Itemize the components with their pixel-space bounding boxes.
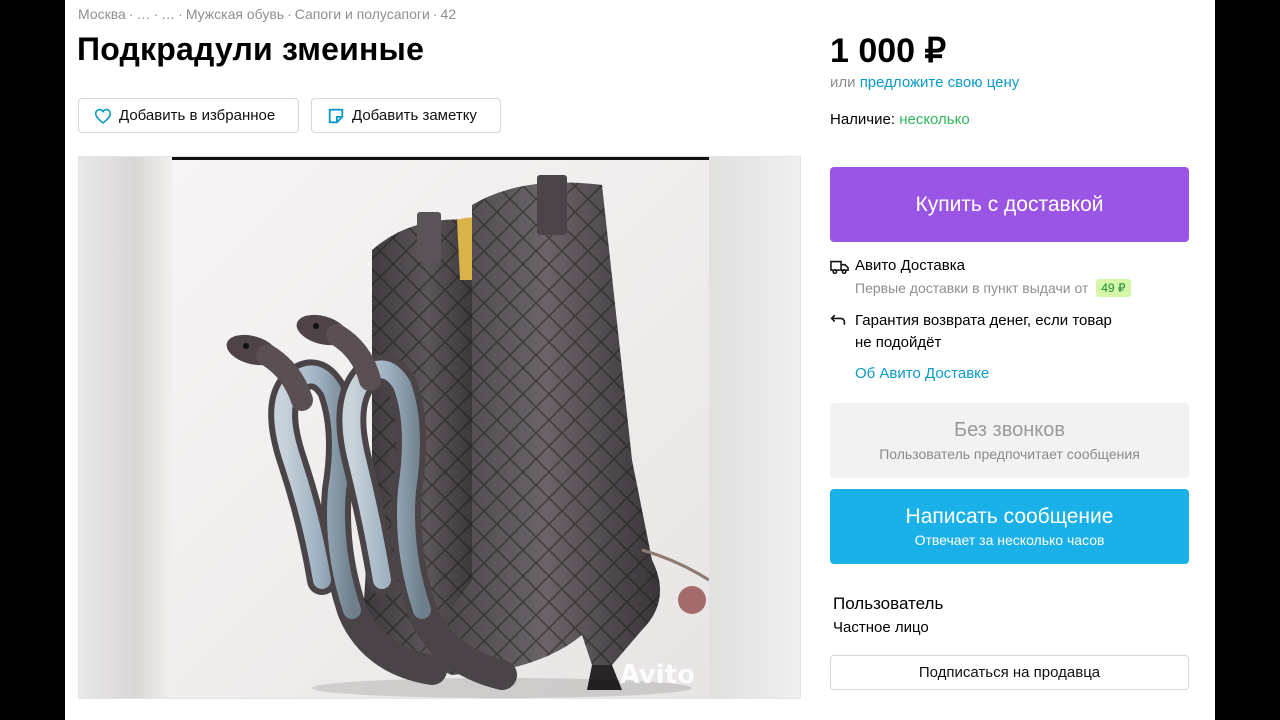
breadcrumb-item-mens-shoes[interactable]: Мужская обувь [186, 6, 284, 22]
breadcrumb-item-boots[interactable]: Сапоги и полусапоги [295, 6, 430, 22]
note-icon [326, 106, 346, 126]
seller-name[interactable]: Пользователь [833, 594, 943, 614]
return-arrow-icon [830, 311, 852, 329]
breadcrumb-separator: · [178, 6, 183, 22]
guarantee-line-1: Гарантия возврата денег, если товар [855, 312, 1112, 329]
snake-boots-illustration [172, 160, 709, 698]
delivery-subtitle-text: Первые доставки в пункт выдачи от [855, 280, 1089, 296]
response-time: Отвечает за несколько часов [914, 532, 1105, 548]
photo-gallery[interactable]: Avito [78, 156, 801, 699]
breadcrumb-item-city[interactable]: Москва [78, 6, 126, 22]
offer-price-link[interactable]: предложите свою цену [860, 74, 1020, 91]
avito-logo-icon: Avito [619, 660, 695, 690]
buy-with-delivery-button[interactable]: Купить с доставкой [830, 167, 1189, 242]
write-message-label: Написать сообщение [905, 505, 1114, 528]
heart-icon [93, 106, 113, 126]
breadcrumb-separator: · [128, 6, 134, 22]
price: 1 000 ₽ [830, 32, 947, 70]
delivery-price-badge: 49 ₽ [1096, 279, 1131, 297]
availability: Наличие: несколько [830, 111, 970, 128]
offer-prefix: или [830, 74, 856, 91]
breadcrumb-separator: · [153, 6, 159, 22]
write-message-button[interactable]: Написать сообщение Отвечает за несколько… [830, 489, 1189, 564]
guarantee-text: Гарантия возврата денег, если товар не п… [855, 310, 1112, 354]
about-delivery-link[interactable]: Об Авито Доставке [855, 365, 989, 382]
add-to-favorites-label: Добавить в избранное [119, 107, 276, 124]
delivery-row: Авито Доставка [830, 257, 965, 276]
add-note-button[interactable]: Добавить заметку [311, 98, 501, 133]
gallery-blur-right [707, 157, 800, 698]
truck-icon [830, 258, 852, 276]
breadcrumb: Москва ·… ·… · Мужская обувь · Сапоги и полуса… [78, 6, 456, 22]
availability-value: несколько [899, 111, 970, 128]
add-to-favorites-button[interactable]: Добавить в избранное [78, 98, 299, 133]
subscribe-seller-button[interactable]: Подписаться на продавца [830, 655, 1189, 690]
no-calls-notice: Без звонков Пользователь предпочитает со… [830, 403, 1189, 478]
delivery-subtitle: Первые доставки в пункт выдачи от 49 ₽ [855, 279, 1131, 297]
no-calls-title: Без звонков [954, 419, 1065, 441]
listing-photo[interactable]: Avito [172, 157, 709, 698]
breadcrumb-item-size[interactable]: 42 [441, 6, 457, 22]
breadcrumb-item-ellipsis[interactable]: … [136, 6, 150, 22]
seller-type: Частное лицо [833, 619, 929, 636]
delivery-title: Авито Доставка [855, 257, 965, 274]
add-note-label: Добавить заметку [352, 107, 477, 124]
availability-label: Наличие: [830, 111, 896, 128]
guarantee-line-2: не подойдёт [855, 334, 942, 351]
breadcrumb-separator: · [432, 6, 438, 22]
price-offer: или предложите свою цену [830, 74, 1019, 91]
no-calls-subtitle: Пользователь предпочитает сообщения [879, 446, 1140, 462]
listing-page: Москва ·… ·… · Мужская обувь · Сапоги и полуса… [65, 0, 1215, 720]
gallery-blur-left [79, 157, 172, 698]
breadcrumb-item-ellipsis[interactable]: … [161, 6, 175, 22]
guarantee-row: Гарантия возврата денег, если товар не п… [830, 310, 1112, 354]
listing-title: Подкрадули змеиные [77, 31, 425, 67]
breadcrumb-separator: · [287, 6, 292, 22]
